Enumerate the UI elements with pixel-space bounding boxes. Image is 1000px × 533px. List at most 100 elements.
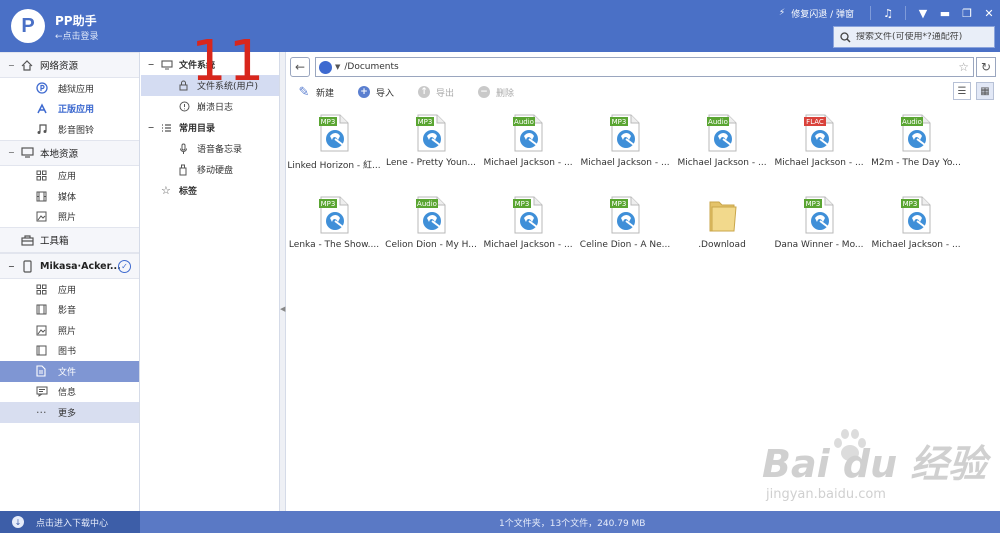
grid-view-button[interactable]: ▦ (976, 82, 994, 100)
monitor-icon (18, 147, 36, 158)
title-bar: P PP助手 ←点击登录 ⚡ 修复闪退 / 弹窗 ♫ ▼ ▬ ❐ ✕ (0, 0, 1000, 52)
delete-button[interactable]: − 删除 (478, 86, 514, 99)
file-item[interactable]: Audio Michael Jackson - ... (674, 114, 770, 182)
sidebar-item-label: 正版应用 (58, 105, 95, 116)
sidebar-item-device-more[interactable]: ··· 更多 (0, 402, 139, 423)
tree-node-label: 移动硬盘 (197, 166, 234, 176)
import-button[interactable]: + 导入 (358, 86, 394, 99)
export-button[interactable]: ↑ 导出 (418, 86, 454, 99)
file-item[interactable]: MP3 Dana Winner - Mo... (771, 196, 867, 264)
app-store-icon (36, 103, 52, 115)
list-view-button[interactable]: ☰ (953, 82, 971, 100)
file-name: Celion Dion - My H... (385, 240, 477, 250)
sidebar-item-label: 越狱应用 (58, 84, 95, 95)
sidebar-section-toolbox[interactable]: 工具箱 (0, 227, 139, 253)
close-icon[interactable]: ✕ (978, 0, 1000, 26)
file-icon (36, 365, 52, 377)
file-item[interactable]: Audio Celion Dion - My H... (383, 196, 479, 264)
app-title: PP助手 (55, 14, 97, 28)
sidebar-item-label: 图书 (58, 347, 77, 358)
sidebar-item-local-photos[interactable]: 照片 (0, 207, 139, 228)
folder-item[interactable]: .Download (674, 196, 770, 264)
collapse-icon: − (8, 148, 15, 157)
file-item[interactable]: Audio M2m - The Day Yo... (868, 114, 964, 182)
file-item[interactable]: MP3 Linked Horizon - 紅... (286, 114, 382, 182)
file-name: Michael Jackson - ... (483, 158, 573, 168)
tree-node-common-dirs[interactable]: − 常用目录 (141, 117, 279, 138)
sidebar-item-device-photos[interactable]: 照片 (0, 320, 139, 341)
audio-file-icon: MP3 (319, 114, 349, 152)
directory-tree: − 文件系统 文件系统(用户) 崩溃日志 − 常用目录 语音备忘录 移动硬盘 ☆… (141, 52, 280, 511)
sidebar-item-device-books[interactable]: 图书 (0, 341, 139, 362)
file-item[interactable]: MP3 Michael Jackson - ... (480, 196, 576, 264)
file-type-badge: MP3 (806, 200, 821, 208)
sidebar-item-label: 影音 (58, 306, 77, 317)
repair-button[interactable]: ⚡ 修复闪退 / 弹窗 (779, 7, 854, 20)
refresh-button[interactable]: ↻ (976, 57, 996, 77)
menu-dropdown-icon[interactable]: ▼ (912, 0, 934, 26)
file-item[interactable]: MP3 Celine Dion - A Ne... (577, 196, 673, 264)
collapse-icon: − (147, 60, 155, 69)
restore-icon[interactable]: ❐ (956, 0, 978, 26)
minimize-icon[interactable]: ▬ (934, 0, 956, 26)
tree-node-mobile-disk[interactable]: 移动硬盘 (141, 159, 279, 180)
tree-node-crash-log[interactable]: 崩溃日志 (141, 96, 279, 117)
sidebar-item-device-media[interactable]: 影音 (0, 300, 139, 321)
download-label: 点击进入下载中心 (36, 518, 109, 529)
tree-node-voice-memo[interactable]: 语音备忘录 (141, 138, 279, 159)
sidebar-item-local-media[interactable]: 媒体 (0, 186, 139, 207)
file-item[interactable]: FLAC Michael Jackson - ... (771, 114, 867, 182)
music-icon[interactable]: ♫ (877, 0, 899, 26)
file-type-badge: MP3 (903, 200, 918, 208)
device-name: Mikasa·Acker... (40, 260, 121, 272)
search-box[interactable] (833, 26, 995, 48)
file-item[interactable]: Audio Michael Jackson - ... (480, 114, 576, 182)
file-type-badge: MP3 (321, 118, 336, 126)
photo-icon (36, 325, 52, 336)
toolbox-icon (18, 234, 36, 246)
sidebar-item-official-apps[interactable]: 正版应用 (0, 99, 139, 120)
file-item[interactable]: MP3 Michael Jackson - ... (577, 114, 673, 182)
delete-label: 删除 (496, 88, 515, 99)
file-name: Lene - Pretty Youn... (386, 158, 476, 168)
file-item[interactable]: MP3 Lenka - The Show.... (286, 196, 382, 264)
new-button[interactable]: ✎ 新建 (298, 85, 334, 100)
file-name: Michael Jackson - ... (483, 240, 573, 250)
sidebar-item-local-apps[interactable]: 应用 (0, 166, 139, 187)
file-name: Lenka - The Show.... (288, 240, 380, 250)
path-bar[interactable]: ▼ /Documents ☆ (314, 57, 975, 77)
tree-node-tags[interactable]: ☆ 标签 (141, 180, 279, 201)
sidebar-section-network[interactable]: − 网络资源 (0, 52, 139, 78)
chevron-down-icon[interactable]: ▼ (335, 63, 340, 71)
back-button[interactable]: ← (290, 57, 310, 77)
file-name: Celine Dion - A Ne... (579, 240, 671, 250)
sidebar-item-label: 应用 (58, 285, 77, 296)
sidebar-section-device[interactable]: − Mikasa·Acker... ✓ (0, 253, 139, 279)
file-type-badge: Audio (514, 118, 534, 126)
sidebar-section-local[interactable]: − 本地资源 (0, 139, 139, 166)
download-center-button[interactable]: ↓ 点击进入下载中心 (0, 511, 140, 533)
watermark-url: jingyan.baidu.com (766, 487, 886, 502)
sidebar-item-device-messages[interactable]: 信息 (0, 382, 139, 403)
audio-file-icon: MP3 (610, 114, 640, 152)
file-item[interactable]: MP3 Lene - Pretty Youn... (383, 114, 479, 182)
watermark: Bai du 经验 jingyan.baidu.com (762, 445, 986, 502)
sidebar: − 网络资源 越狱应用 正版应用 影音图铃 − 本地资源 应用 媒体 照片 工具… (0, 52, 140, 511)
grid-icon (36, 170, 52, 181)
refresh-icon: ↻ (980, 60, 992, 74)
audio-file-icon: FLAC (804, 114, 834, 152)
status-summary: 1个文件夹，13个文件，240.79 MB (499, 519, 646, 529)
search-input[interactable] (856, 32, 991, 42)
login-link[interactable]: ←点击登录 (55, 29, 99, 42)
favorite-star-icon[interactable]: ☆ (958, 60, 969, 74)
sidebar-item-media-ringtones[interactable]: 影音图铃 (0, 119, 139, 140)
audio-file-icon: Audio (416, 196, 446, 234)
tree-node-label: 语音备忘录 (197, 145, 243, 155)
sidebar-item-label: 媒体 (58, 192, 77, 203)
collapse-arrow-icon[interactable]: ◀ (280, 305, 285, 313)
file-item[interactable]: MP3 Michael Jackson - ... (868, 196, 964, 264)
nav-bar: ← ▼ /Documents ☆ ↻ (290, 56, 996, 78)
sidebar-item-device-files[interactable]: 文件 (0, 361, 139, 382)
sidebar-item-jailbreak-apps[interactable]: 越狱应用 (0, 78, 139, 99)
sidebar-item-device-apps[interactable]: 应用 (0, 279, 139, 300)
